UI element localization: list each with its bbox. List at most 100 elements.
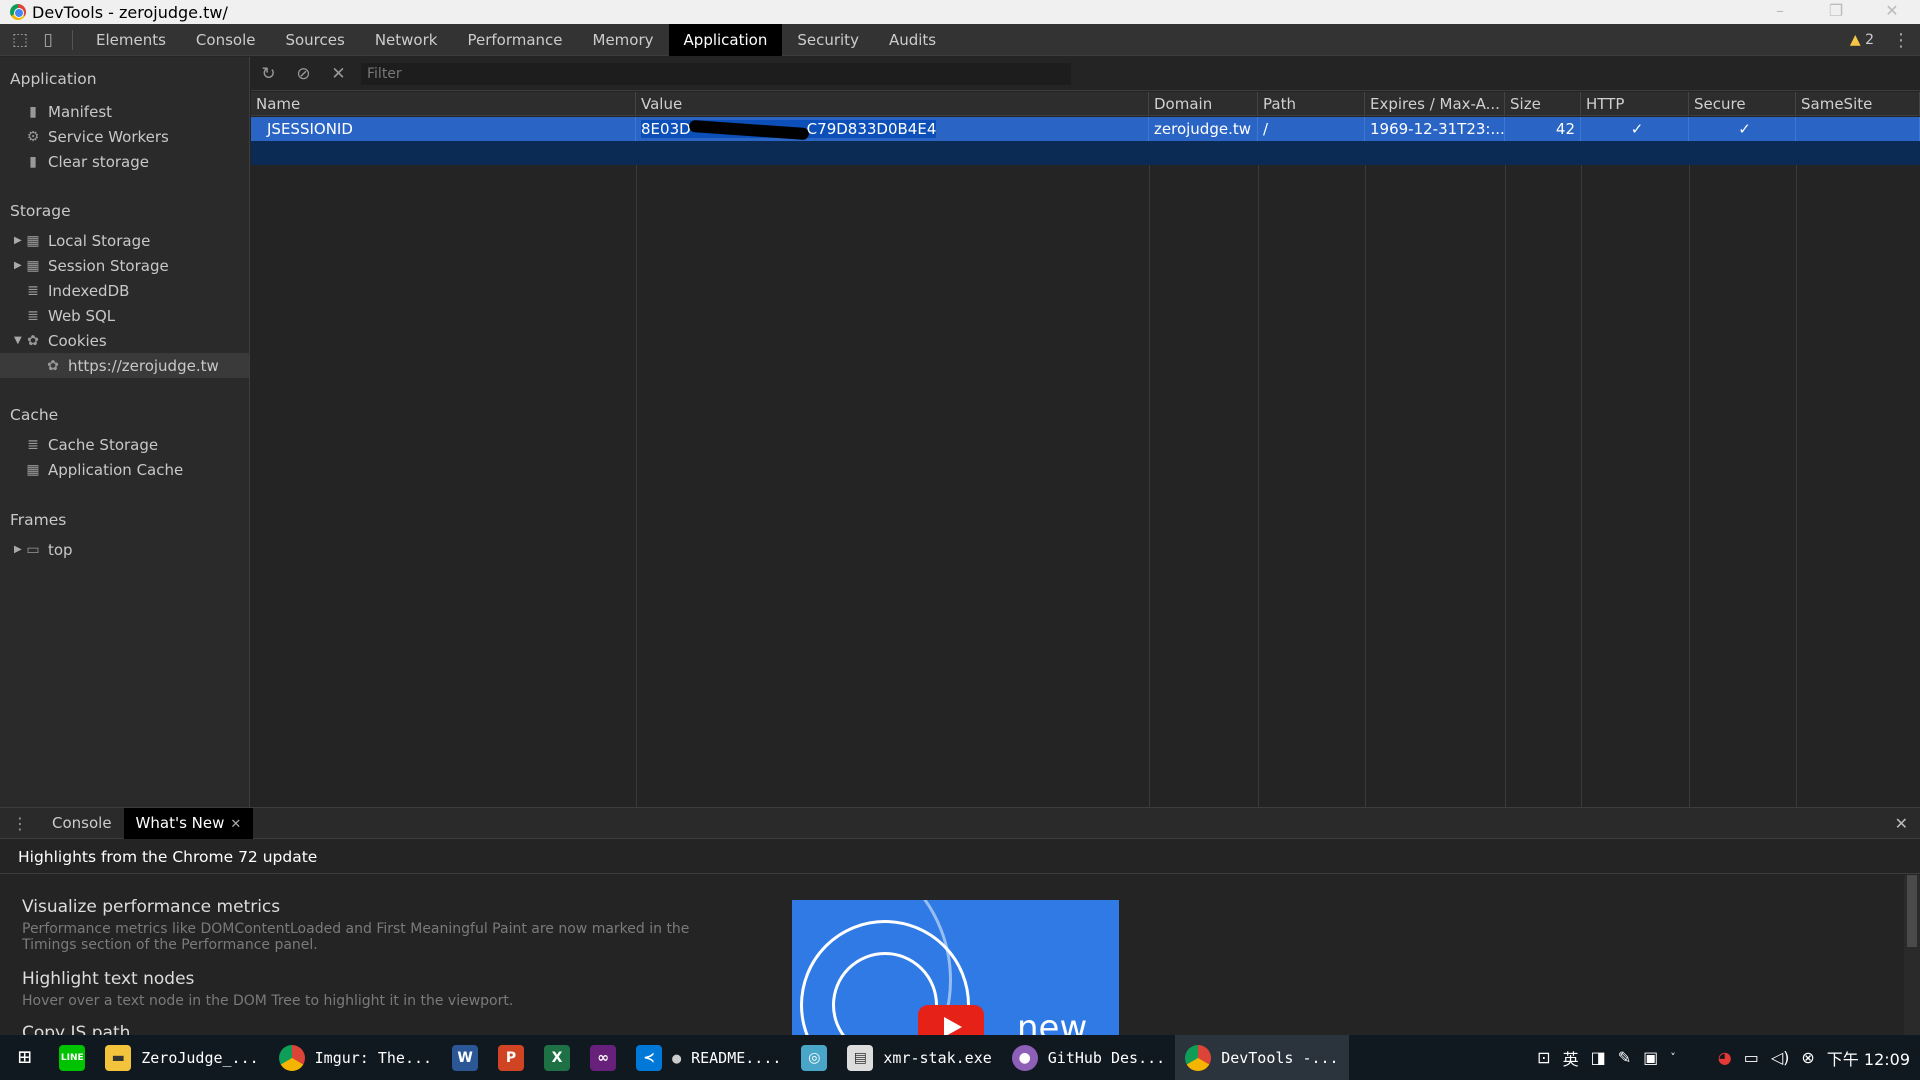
taskbar-explorer[interactable]: ▬ ZeroJudge_... (95, 1035, 268, 1080)
inspect-element-icon[interactable]: ⬚ (6, 24, 34, 56)
maximize-button[interactable]: ❐ (1808, 0, 1864, 24)
video-thumbnail[interactable]: new (792, 900, 1119, 1035)
table-row[interactable]: JSESSIONID 8E03D C79D833D0B4E4 zerojudge.… (251, 117, 1920, 141)
sidebar-item-indexeddb[interactable]: ≣ IndexedDB (0, 278, 249, 303)
sidebar-item-session-storage[interactable]: ▶ ▦ Session Storage (0, 253, 249, 278)
table-row-empty[interactable] (251, 141, 1920, 165)
sidebar-item-web-sql[interactable]: ≣ Web SQL (0, 303, 249, 328)
taskbar-chrome-imgur[interactable]: Imgur: The... (269, 1035, 442, 1080)
expand-arrow-icon[interactable]: ▶ (14, 544, 24, 555)
manifest-icon: ▮ (29, 103, 37, 120)
refresh-icon[interactable]: ↻ (251, 64, 286, 84)
expand-arrow-icon[interactable]: ▶ (14, 260, 24, 271)
tab-elements[interactable]: Elements (81, 24, 181, 56)
cell-value-prefix: 8E03D (641, 120, 691, 138)
tab-console[interactable]: Console (181, 24, 271, 56)
column-header-http[interactable]: HTTP (1581, 92, 1689, 115)
console-app-icon: ▤ (847, 1044, 874, 1071)
sidebar-section-application: Application (10, 70, 97, 88)
taskbar-visual-studio[interactable]: ∞ (580, 1035, 626, 1080)
whats-new-item[interactable]: Copy JS path (22, 1023, 742, 1035)
tab-security[interactable]: Security (782, 24, 874, 56)
network-icon[interactable]: ▭ (1744, 1048, 1759, 1067)
ime-width-icon[interactable]: ◨ (1591, 1048, 1606, 1067)
clock[interactable]: 下午 12:09 (1827, 1046, 1910, 1070)
column-header-samesite[interactable]: SameSite (1796, 92, 1920, 115)
taskbar-camera[interactable]: ◎ (791, 1035, 837, 1080)
whats-new-item-desc: Hover over a text node in the DOM Tree t… (22, 993, 514, 1009)
collapse-arrow-icon[interactable]: ▼ (14, 335, 24, 346)
close-drawer-icon[interactable]: ✕ (1895, 814, 1908, 833)
tab-network[interactable]: Network (360, 24, 453, 56)
sidebar-item-cookies[interactable]: ▼ ✿ Cookies (0, 328, 249, 353)
taskbar-vscode[interactable]: ≺ ● README.... (626, 1035, 791, 1080)
tab-performance[interactable]: Performance (452, 24, 577, 56)
taskbar-app-label: DevTools -... (1221, 1048, 1339, 1067)
tab-memory[interactable]: Memory (578, 24, 669, 56)
taskbar-app-label: GitHub Des... (1047, 1048, 1166, 1067)
whats-new-item[interactable]: Visualize performance metrics Performanc… (22, 897, 742, 953)
sidebar-item-application-cache[interactable]: ▦ Application Cache (0, 457, 249, 482)
sidebar-item-frame-top[interactable]: ▶ ▭ top (0, 537, 249, 562)
notification-blocked-icon[interactable]: ⊗ (1801, 1048, 1814, 1067)
more-options-icon[interactable]: ⋮ (1892, 30, 1910, 51)
sidebar-item-cookie-origin[interactable]: ✿ https://zerojudge.tw (0, 353, 249, 378)
column-header-name[interactable]: Name (251, 92, 636, 115)
column-header-secure[interactable]: Secure (1689, 92, 1796, 115)
taskbar-xmr-stak[interactable]: ▤ xmr-stak.exe (837, 1035, 1001, 1080)
sidebar-item-label: IndexedDB (48, 281, 130, 300)
ime-settings-icon[interactable]: ▣ (1643, 1048, 1658, 1067)
device-toolbar-icon[interactable]: ▯ (34, 24, 62, 56)
column-header-expires[interactable]: Expires / Max-A... (1365, 92, 1505, 115)
database-icon: ≣ (27, 307, 39, 324)
whats-new-item[interactable]: Highlight text nodes Hover over a text n… (22, 969, 742, 1009)
cell-value: 8E03D C79D833D0B4E4 (636, 117, 1149, 141)
start-button[interactable]: ⊞ (0, 1035, 49, 1080)
taskbar-chrome-devtools[interactable]: DevTools -... (1175, 1035, 1349, 1080)
column-header-value[interactable]: Value (636, 92, 1149, 115)
cell-domain: zerojudge.tw (1149, 117, 1258, 141)
ime-tool-icon[interactable]: ✎ (1618, 1048, 1631, 1067)
taskbar-excel[interactable]: X (534, 1035, 580, 1080)
clear-all-icon[interactable]: ⊘ (286, 64, 321, 84)
column-header-size[interactable]: Size (1505, 92, 1581, 115)
sidebar-item-local-storage[interactable]: ▶ ▦ Local Storage (0, 228, 249, 253)
sidebar-item-clear-storage[interactable]: ▮ Clear storage (0, 149, 249, 174)
cookie-icon: ✿ (47, 357, 59, 374)
whats-new-heading: Highlights from the Chrome 72 update (0, 840, 1920, 874)
delete-selected-icon[interactable]: ✕ (321, 64, 356, 84)
drawer-tab-whats-new[interactable]: What's New ✕ (123, 807, 254, 839)
play-icon[interactable] (918, 1005, 984, 1035)
taskbar-github-desktop[interactable]: ● GitHub Des... (1002, 1035, 1175, 1080)
tab-sources[interactable]: Sources (270, 24, 359, 56)
warning-counter[interactable]: ▲ 2 (1850, 32, 1874, 48)
taskbar-word[interactable]: W (442, 1035, 488, 1080)
column-header-domain[interactable]: Domain (1149, 92, 1258, 115)
expand-arrow-icon[interactable]: ▶ (14, 235, 24, 246)
scrollbar[interactable] (1904, 875, 1920, 1035)
tab-application[interactable]: Application (668, 23, 783, 56)
drawer-menu-icon[interactable]: ⋮ (0, 814, 40, 833)
cell-value-suffix: C79D833D0B4E4 (806, 120, 937, 138)
tab-audits[interactable]: Audits (874, 24, 951, 56)
minimize-button[interactable]: – (1752, 0, 1808, 24)
sidebar-item-cache-storage[interactable]: ≣ Cache Storage (0, 432, 249, 457)
column-header-path[interactable]: Path (1258, 92, 1365, 115)
close-tab-icon[interactable]: ✕ (230, 817, 241, 832)
chrome-icon (278, 1044, 305, 1071)
ime-language[interactable]: 英 (1563, 1046, 1579, 1070)
taskbar-line[interactable]: LINE (49, 1035, 95, 1080)
ime-expand-icon[interactable]: ˅ (1670, 1051, 1676, 1064)
sidebar-item-service-workers[interactable]: ⚙ Service Workers (0, 124, 249, 149)
taskbar-powerpoint[interactable]: P (488, 1035, 534, 1080)
sidebar-item-manifest[interactable]: ▮ Manifest (0, 99, 249, 124)
scrollbar-thumb[interactable] (1907, 875, 1917, 947)
filter-input[interactable] (361, 62, 1071, 85)
antivirus-icon[interactable]: ◕ (1718, 1048, 1732, 1067)
sidebar-item-label: Cookies (48, 331, 107, 350)
close-window-button[interactable]: ✕ (1864, 0, 1920, 24)
ime-mode-icon[interactable]: ⊡ (1537, 1048, 1550, 1067)
volume-icon[interactable]: ◁) (1771, 1048, 1790, 1067)
drawer-tab-console[interactable]: Console (40, 808, 124, 839)
visual-studio-icon: ∞ (590, 1044, 617, 1071)
